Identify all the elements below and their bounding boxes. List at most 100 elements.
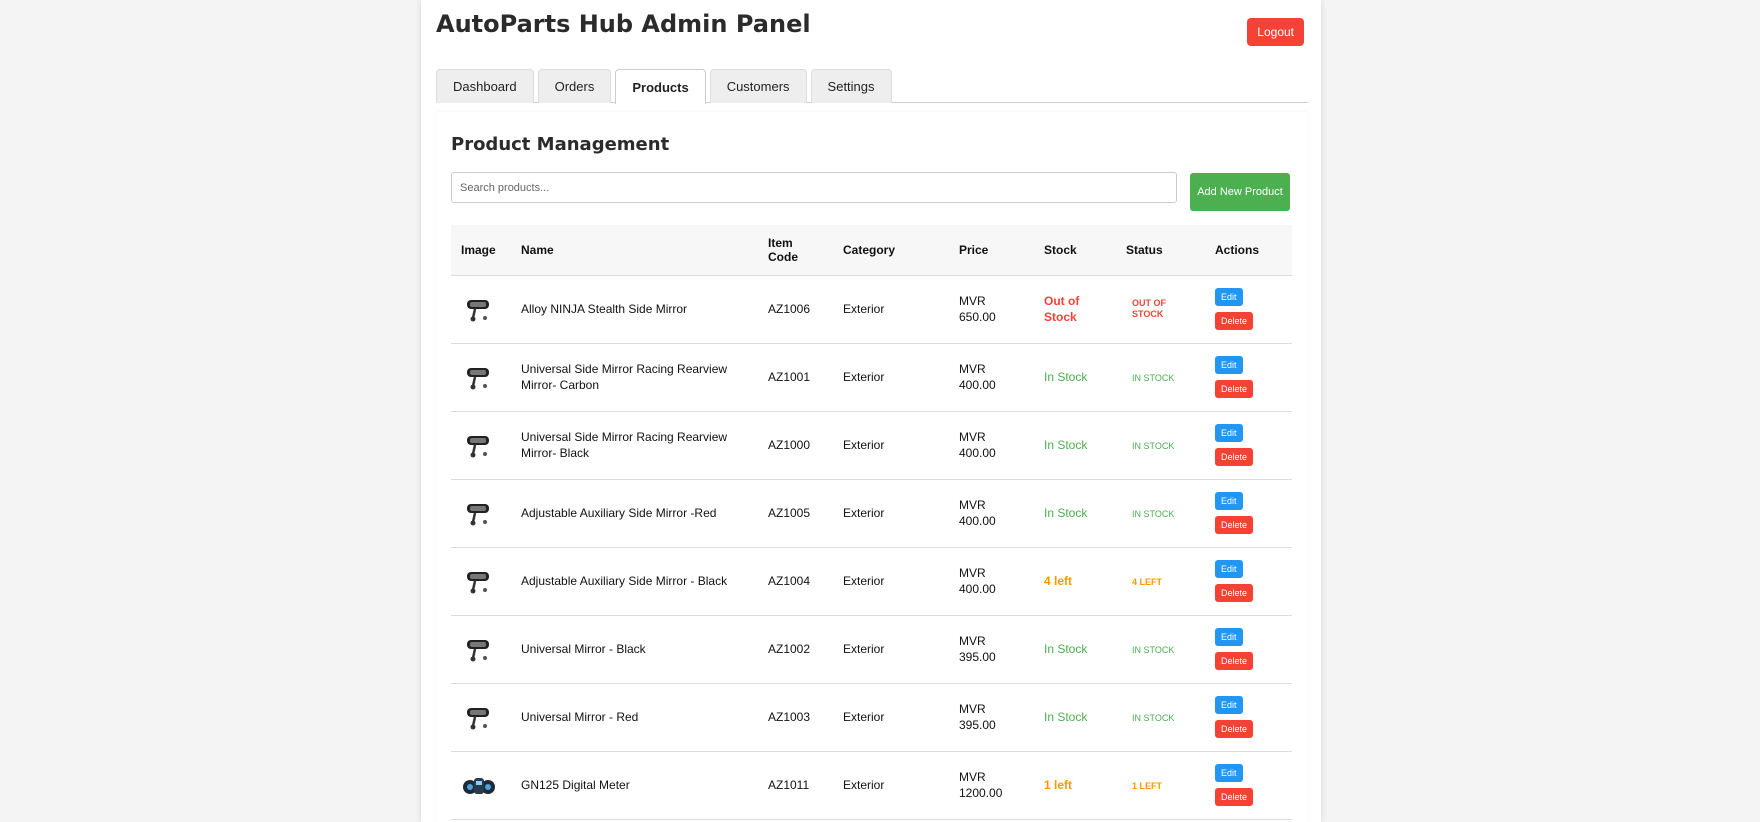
search-input[interactable] xyxy=(451,172,1177,203)
delete-button[interactable]: Delete xyxy=(1215,652,1254,670)
delete-button[interactable]: Delete xyxy=(1215,312,1254,330)
product-category: Exterior xyxy=(843,370,885,384)
row-actions: Edit Delete xyxy=(1215,492,1282,534)
row-actions: Edit Delete xyxy=(1215,288,1282,330)
table-header-row: Image Name Item Code Category Price Stoc… xyxy=(451,225,1292,276)
side-mirror-icon xyxy=(467,368,489,390)
product-name: Adjustable Auxiliary Side Mirror - Black xyxy=(521,574,728,588)
stock-text: Out of Stock xyxy=(1044,294,1080,324)
row-actions: Edit Delete xyxy=(1215,696,1282,738)
product-category: Exterior xyxy=(843,574,885,588)
product-name: Alloy NINJA Stealth Side Mirror xyxy=(521,302,688,316)
edit-button[interactable]: Edit xyxy=(1215,492,1243,510)
delete-button[interactable]: Delete xyxy=(1215,788,1254,806)
product-image-cell xyxy=(451,683,511,751)
tab-dashboard[interactable]: Dashboard xyxy=(436,69,534,103)
product-item-code: AZ1003 xyxy=(768,710,811,724)
product-item-code: AZ1002 xyxy=(768,642,811,656)
stock-text: In Stock xyxy=(1044,370,1088,384)
delete-button[interactable]: Delete xyxy=(1215,380,1254,398)
product-image-cell xyxy=(451,547,511,615)
delete-button[interactable]: Delete xyxy=(1215,448,1254,466)
product-category: Exterior xyxy=(843,642,885,656)
stock-text: In Stock xyxy=(1044,710,1088,724)
header-price: Price xyxy=(949,225,1034,276)
edit-button[interactable]: Edit xyxy=(1215,424,1243,442)
row-actions: Edit Delete xyxy=(1215,764,1282,806)
edit-button[interactable]: Edit xyxy=(1215,628,1243,646)
table-row: Alloy NINJA Stealth Side Mirror AZ1006 E… xyxy=(451,275,1292,343)
product-name: Universal Side Mirror Racing Rearview Mi… xyxy=(521,362,728,392)
product-price: MVR 400.00 xyxy=(959,498,996,528)
product-item-code: AZ1005 xyxy=(768,506,811,520)
table-row: Universal Mirror - Red AZ1003 Exterior M… xyxy=(451,683,1292,751)
product-category: Exterior xyxy=(843,710,885,724)
header-actions: Actions xyxy=(1205,225,1292,276)
side-mirror-icon xyxy=(467,708,489,730)
product-price: MVR 400.00 xyxy=(959,362,996,392)
product-item-code: AZ1004 xyxy=(768,574,811,588)
product-category: Exterior xyxy=(843,778,885,792)
tab-settings[interactable]: Settings xyxy=(810,69,892,103)
status-badge: 1 LEFT xyxy=(1132,781,1163,791)
delete-button[interactable]: Delete xyxy=(1215,720,1254,738)
tab-customers[interactable]: Customers xyxy=(709,69,807,103)
table-row: Universal Mirror - Black AZ1002 Exterior… xyxy=(451,615,1292,683)
side-mirror-icon xyxy=(467,436,489,458)
delete-button[interactable]: Delete xyxy=(1215,516,1254,534)
product-category: Exterior xyxy=(843,438,885,452)
table-row: Universal Side Mirror Racing Rearview Mi… xyxy=(451,343,1292,411)
side-mirror-icon xyxy=(467,640,489,662)
status-badge: OUT OF STOCK xyxy=(1132,297,1166,319)
product-price: MVR 395.00 xyxy=(959,634,996,664)
status-badge: 4 LEFT xyxy=(1132,577,1163,587)
product-item-code: AZ1000 xyxy=(768,438,811,452)
stock-text: 4 left xyxy=(1044,574,1073,588)
stock-text: In Stock xyxy=(1044,506,1088,520)
product-image-cell xyxy=(451,479,511,547)
product-name: GN125 Digital Meter xyxy=(521,778,630,792)
product-management-panel: Product Management Add New Product Image… xyxy=(436,112,1308,822)
product-image-cell xyxy=(451,411,511,479)
side-mirror-icon xyxy=(467,572,489,594)
stock-text: In Stock xyxy=(1044,642,1088,656)
table-row: Adjustable Auxiliary Side Mirror -Red AZ… xyxy=(451,479,1292,547)
table-row: GN125 Digital Meter AZ1011 Exterior MVR … xyxy=(451,751,1292,819)
add-new-product-button[interactable]: Add New Product xyxy=(1190,173,1290,211)
product-image-cell xyxy=(451,275,511,343)
product-item-code: AZ1006 xyxy=(768,302,811,316)
product-name: Universal Mirror - Red xyxy=(521,710,639,724)
header-item-code: Item Code xyxy=(758,225,833,276)
header-stock: Stock xyxy=(1034,225,1116,276)
header: AutoParts Hub Admin Panel Logout xyxy=(421,0,1321,70)
edit-button[interactable]: Edit xyxy=(1215,356,1243,374)
edit-button[interactable]: Edit xyxy=(1215,764,1243,782)
status-badge: IN STOCK xyxy=(1132,645,1175,655)
product-price: MVR 400.00 xyxy=(959,566,996,596)
edit-button[interactable]: Edit xyxy=(1215,696,1243,714)
header-image: Image xyxy=(451,225,511,276)
tab-products[interactable]: Products xyxy=(615,69,706,104)
edit-button[interactable]: Edit xyxy=(1215,560,1243,578)
product-image-cell xyxy=(451,751,511,819)
tab-orders[interactable]: Orders xyxy=(537,69,612,103)
product-item-code: AZ1001 xyxy=(768,370,811,384)
product-category: Exterior xyxy=(843,506,885,520)
product-price: MVR 395.00 xyxy=(959,702,996,732)
product-category: Exterior xyxy=(843,302,885,316)
row-actions: Edit Delete xyxy=(1215,356,1282,398)
table-row: Universal Side Mirror Racing Rearview Mi… xyxy=(451,411,1292,479)
logout-button[interactable]: Logout xyxy=(1247,18,1304,46)
tab-bar: Dashboard Orders Products Customers Sett… xyxy=(436,69,1308,104)
product-price: MVR 1200.00 xyxy=(959,770,1003,800)
stock-text: 1 left xyxy=(1044,778,1073,792)
product-price: MVR 650.00 xyxy=(959,294,996,324)
status-badge: IN STOCK xyxy=(1132,441,1175,451)
product-name: Universal Mirror - Black xyxy=(521,642,646,656)
status-badge: IN STOCK xyxy=(1132,509,1175,519)
product-image-cell xyxy=(451,615,511,683)
header-category: Category xyxy=(833,225,949,276)
delete-button[interactable]: Delete xyxy=(1215,584,1254,602)
row-actions: Edit Delete xyxy=(1215,628,1282,670)
edit-button[interactable]: Edit xyxy=(1215,288,1243,306)
